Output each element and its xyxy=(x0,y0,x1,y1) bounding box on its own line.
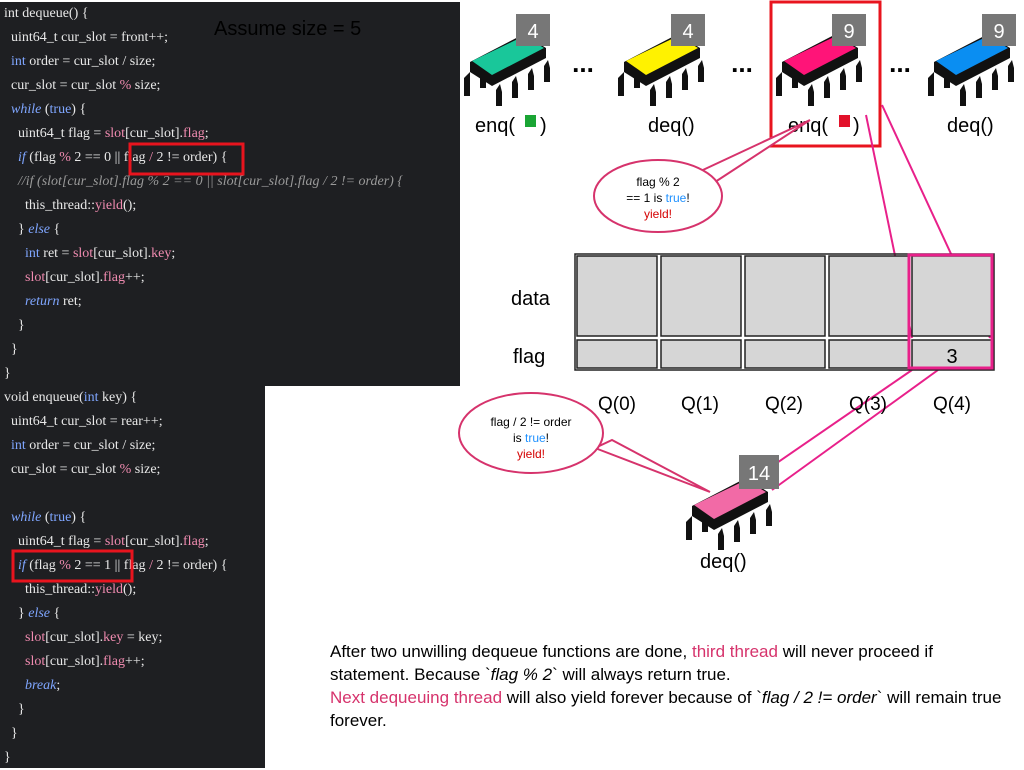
ellipsis: ... xyxy=(731,48,753,78)
flag-cell xyxy=(744,339,826,369)
row-label-data: data xyxy=(511,288,551,310)
data-cell xyxy=(576,255,658,337)
flag-cell xyxy=(828,339,910,369)
thread-badge: 9 xyxy=(832,14,866,46)
waiting-thread-op: deq() xyxy=(700,551,747,573)
bubble-text: flag / 2 != order xyxy=(490,415,571,429)
red-marker-icon xyxy=(839,115,850,127)
data-cell xyxy=(744,255,826,337)
thread-op-close: ) xyxy=(853,115,860,137)
bubble-text: flag % 2 xyxy=(636,175,680,189)
thread-op-close: ) xyxy=(540,115,547,137)
enqueue-condition-highlight xyxy=(11,549,134,583)
svg-text:9: 9 xyxy=(993,21,1004,43)
bubble-text: is true! xyxy=(513,431,549,445)
explanation-note: After two unwilling dequeue functions ar… xyxy=(330,642,1002,730)
ellipsis: ... xyxy=(889,48,911,78)
thread-badge: 14 xyxy=(739,455,779,489)
slot-label: Q(2) xyxy=(765,394,803,415)
flag-value: 3 xyxy=(946,346,957,368)
thread-badge: 4 xyxy=(516,14,550,46)
slot-label: Q(0) xyxy=(598,394,636,415)
thread-badge: 4 xyxy=(671,14,705,46)
data-cell xyxy=(660,255,742,337)
connector-line xyxy=(771,369,939,491)
dequeue-condition-highlight xyxy=(128,142,245,176)
row-label-flag: flag xyxy=(513,346,545,368)
svg-text:9: 9 xyxy=(843,21,854,43)
thread-badge: 9 xyxy=(982,14,1016,46)
bubble-tail xyxy=(592,438,711,493)
green-marker-icon xyxy=(525,115,536,127)
bubble-text: == 1 is true! xyxy=(626,191,689,205)
svg-text:14: 14 xyxy=(748,463,770,485)
data-cell xyxy=(828,255,910,337)
svg-text:4: 4 xyxy=(682,21,693,43)
queue-table xyxy=(574,253,995,371)
ellipsis: ... xyxy=(572,48,594,78)
slot-label: Q(4) xyxy=(933,394,971,415)
thread-op-label: deq() xyxy=(648,115,695,137)
slot-label: Q(3) xyxy=(849,394,887,415)
bubble-text: yield! xyxy=(517,447,545,461)
svg-text:4: 4 xyxy=(527,21,538,43)
bubble-text: yield! xyxy=(644,207,672,221)
flag-cell xyxy=(576,339,658,369)
data-cell xyxy=(911,255,993,337)
flag-cell xyxy=(660,339,742,369)
slot-label: Q(1) xyxy=(681,394,719,415)
thread-op-label: deq() xyxy=(947,115,994,137)
thread-op-label: enq( xyxy=(788,115,828,137)
thread-op-label: enq( xyxy=(475,115,515,137)
